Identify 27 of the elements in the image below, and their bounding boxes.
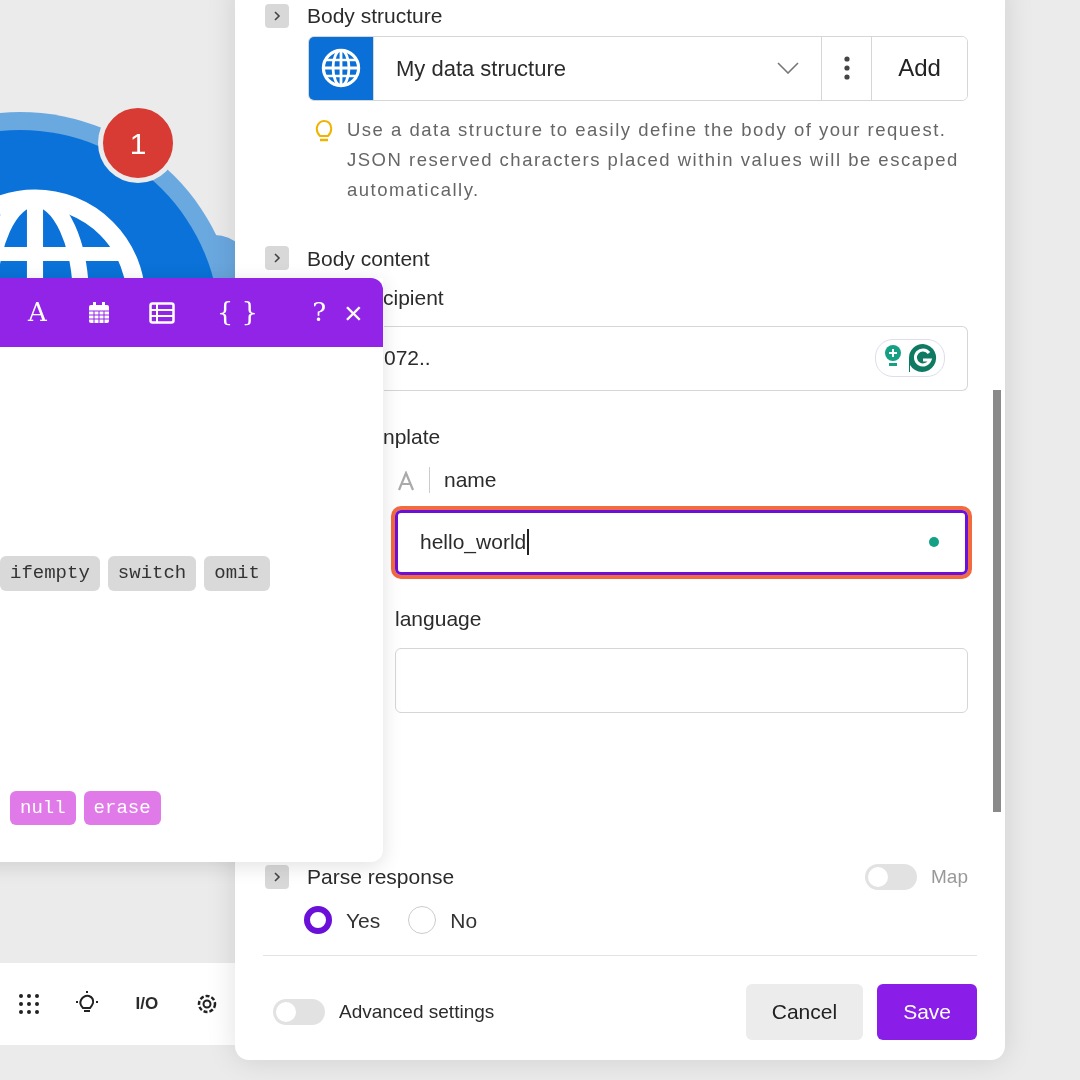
section-title: Body structure xyxy=(307,3,443,29)
function-chip[interactable]: ifempty xyxy=(0,556,100,591)
radio-label: No xyxy=(450,907,478,934)
field-value: hello_world xyxy=(420,529,527,556)
save-button[interactable]: Save xyxy=(877,984,977,1040)
field-value: 072.. xyxy=(384,345,431,372)
toolbar-button[interactable]: ? xyxy=(312,292,327,333)
cancel-button[interactable]: Cancel xyxy=(745,984,864,1040)
hint-text: Use a data structure to easily define the body of your request. JSON reserved characters placed within values will be escaped automatically. xyxy=(347,117,960,202)
toolbar-button[interactable]: A xyxy=(28,292,47,333)
toolbar-button[interactable]: { } xyxy=(216,292,259,333)
field-label: cipient xyxy=(383,285,444,311)
recipient-field[interactable]: 072.. xyxy=(384,325,968,391)
radio-label: Yes xyxy=(346,907,381,934)
section-title: Parse response xyxy=(307,864,455,890)
add-button[interactable]: Add xyxy=(871,36,967,100)
close-button[interactable]: × xyxy=(344,292,363,333)
field-label: name xyxy=(444,467,497,493)
function-chip[interactable]: switch xyxy=(107,556,197,591)
function-chip[interactable]: omit xyxy=(204,556,270,591)
section-title: Body content xyxy=(307,245,430,272)
toggle-label: Map xyxy=(931,864,968,889)
select-value: My data structure xyxy=(396,54,566,83)
io-button[interactable]: I/O xyxy=(135,991,159,1017)
field-label: language xyxy=(395,605,482,632)
field-label: nplate xyxy=(383,423,441,450)
toggle-label: Advanced settings xyxy=(339,999,495,1024)
